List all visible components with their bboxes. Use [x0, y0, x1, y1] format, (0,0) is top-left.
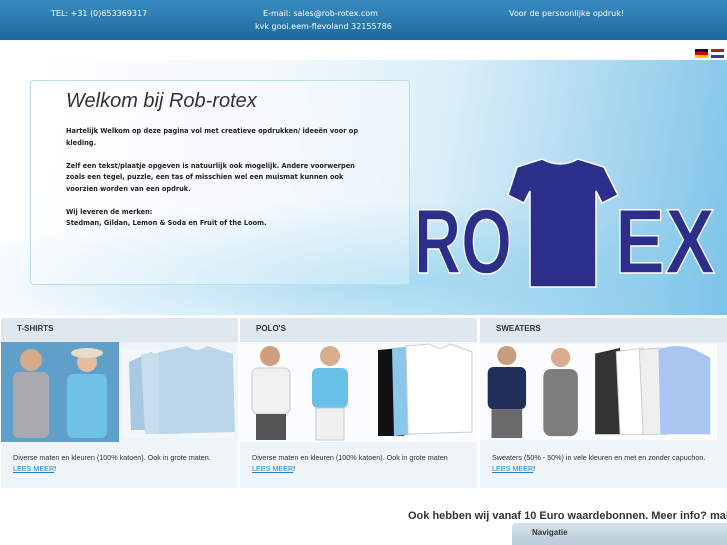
phone-number: TEL: +31 (0)653369317 — [51, 9, 148, 18]
brands-list: Stedman, Gildan, Lemon & Soda en Fruit o… — [66, 219, 267, 227]
welcome-paragraph: Zelf een tekst/plaatje opgeven is natuur… — [66, 161, 355, 193]
read-more-link[interactable]: LEES MEER — [252, 464, 293, 473]
category-polos[interactable]: POLO'S Diverse maten en kleuren (100% ka… — [240, 318, 477, 488]
category-title[interactable]: T-SHIRTS — [1, 318, 238, 342]
category-tshirts[interactable]: T-SHIRTS Diverse maten en kleuren (100% … — [1, 318, 238, 488]
dutch-flag-icon[interactable] — [711, 49, 724, 58]
exclamation: ! — [533, 464, 536, 473]
category-sweaters[interactable]: SWEATERS Sweaters (50% - 50%) in vele kl… — [480, 318, 727, 488]
category-section: T-SHIRTS Diverse maten en kleuren (100% … — [0, 318, 727, 490]
description-text: Sweaters (50% - 50%) in vele kleuren en … — [492, 453, 706, 462]
rotex-logo: RO EX — [413, 158, 716, 290]
tagline: Voor de persoonlijke opdruk! — [509, 9, 625, 18]
logo-text-right: EX — [615, 191, 715, 290]
category-description: Sweaters (50% - 50%) in vele kleuren en … — [492, 452, 717, 474]
sweaters-photo — [480, 344, 717, 440]
voucher-promo: Ook hebben wij vanaf 10 Euro waardebonne… — [408, 510, 727, 522]
category-description: Diverse maten en kleuren (100% katoen). … — [252, 452, 477, 474]
email-address[interactable]: E-mail: sales@rob-rotex.com — [263, 9, 378, 18]
welcome-banner: Welkom bij Rob-rotex Hartelijk Welkom op… — [0, 60, 727, 315]
language-switcher — [695, 49, 724, 58]
tshirt-logo-icon — [507, 158, 620, 288]
german-flag-icon[interactable] — [695, 49, 708, 58]
read-more-link[interactable]: LEES MEER — [13, 464, 54, 473]
description-text: Diverse maten en kleuren (100% katoen). … — [13, 453, 211, 462]
welcome-paragraph: Hartelijk Welkom op deze pagina vol met … — [66, 127, 359, 147]
brands-intro: Wij leveren de merken: — [66, 207, 153, 216]
page-title: Welkom bij Rob-rotex — [66, 90, 257, 112]
logo-text-left: RO — [414, 191, 512, 290]
polos-photo — [240, 342, 477, 442]
top-bar: TEL: +31 (0)653369317 E-mail: sales@rob-… — [0, 0, 727, 40]
exclamation: ! — [293, 464, 296, 473]
tshirts-photo — [1, 342, 235, 442]
category-description: Diverse maten en kleuren (100% katoen). … — [13, 452, 238, 474]
read-more-link[interactable]: LEES MEER — [492, 464, 533, 473]
category-title[interactable]: SWEATERS — [480, 318, 727, 342]
kvk-number: kvk gooi.eem-flevoland 32155786 — [255, 22, 392, 31]
welcome-text: Hartelijk Welkom op deze pagina vol met … — [66, 126, 366, 241]
description-text: Diverse maten en kleuren (100% katoen). … — [252, 453, 448, 462]
navigation-tab[interactable]: Navigatie — [512, 523, 727, 545]
exclamation: ! — [54, 464, 57, 473]
category-title[interactable]: POLO'S — [240, 318, 477, 342]
